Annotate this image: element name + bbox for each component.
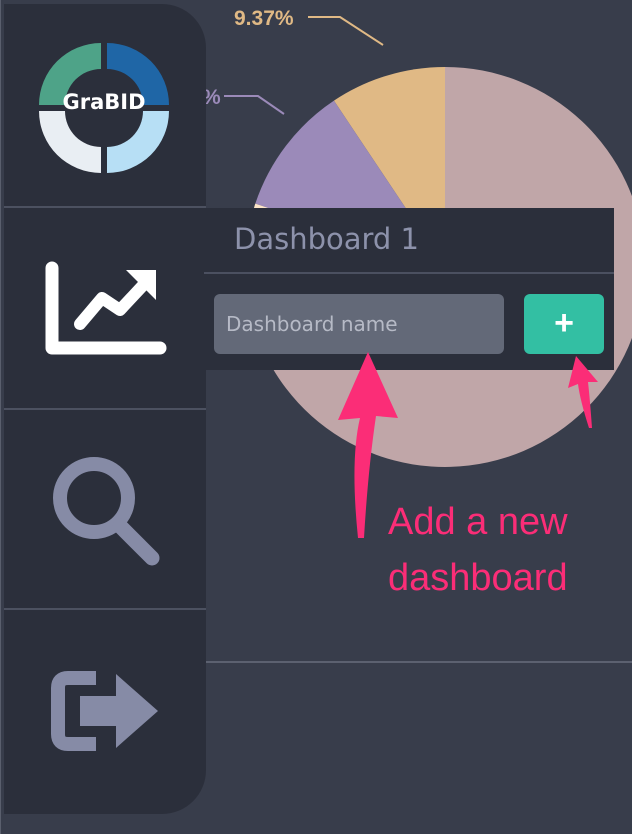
pie-label-9-37: 9.37% [234, 7, 294, 30]
annotation-text: Add a new dashboard [388, 494, 568, 606]
annotation-line-2: dashboard [388, 557, 568, 599]
logo-text: GraBID [62, 90, 146, 114]
dashboard-panel: Dashboard 1 + [204, 208, 614, 370]
logout-icon [51, 671, 158, 751]
annotation-line-1: Add a new [388, 501, 568, 543]
panel-divider [204, 272, 614, 274]
pie-leader-line [308, 16, 384, 46]
dashboard-name-input[interactable] [214, 294, 504, 354]
sidebar-item-search[interactable] [4, 410, 206, 610]
dashboard-title[interactable]: Dashboard 1 [234, 222, 419, 256]
add-dashboard-button[interactable]: + [524, 294, 604, 354]
content-divider [200, 661, 632, 663]
search-icon [53, 457, 160, 566]
chart-trend-icon [45, 261, 167, 355]
sidebar-item-analytics[interactable] [4, 208, 206, 408]
grabid-logo[interactable]: GraBID [34, 38, 174, 178]
pie-leader-line [224, 95, 285, 115]
sidebar-item-logout[interactable] [4, 610, 206, 810]
